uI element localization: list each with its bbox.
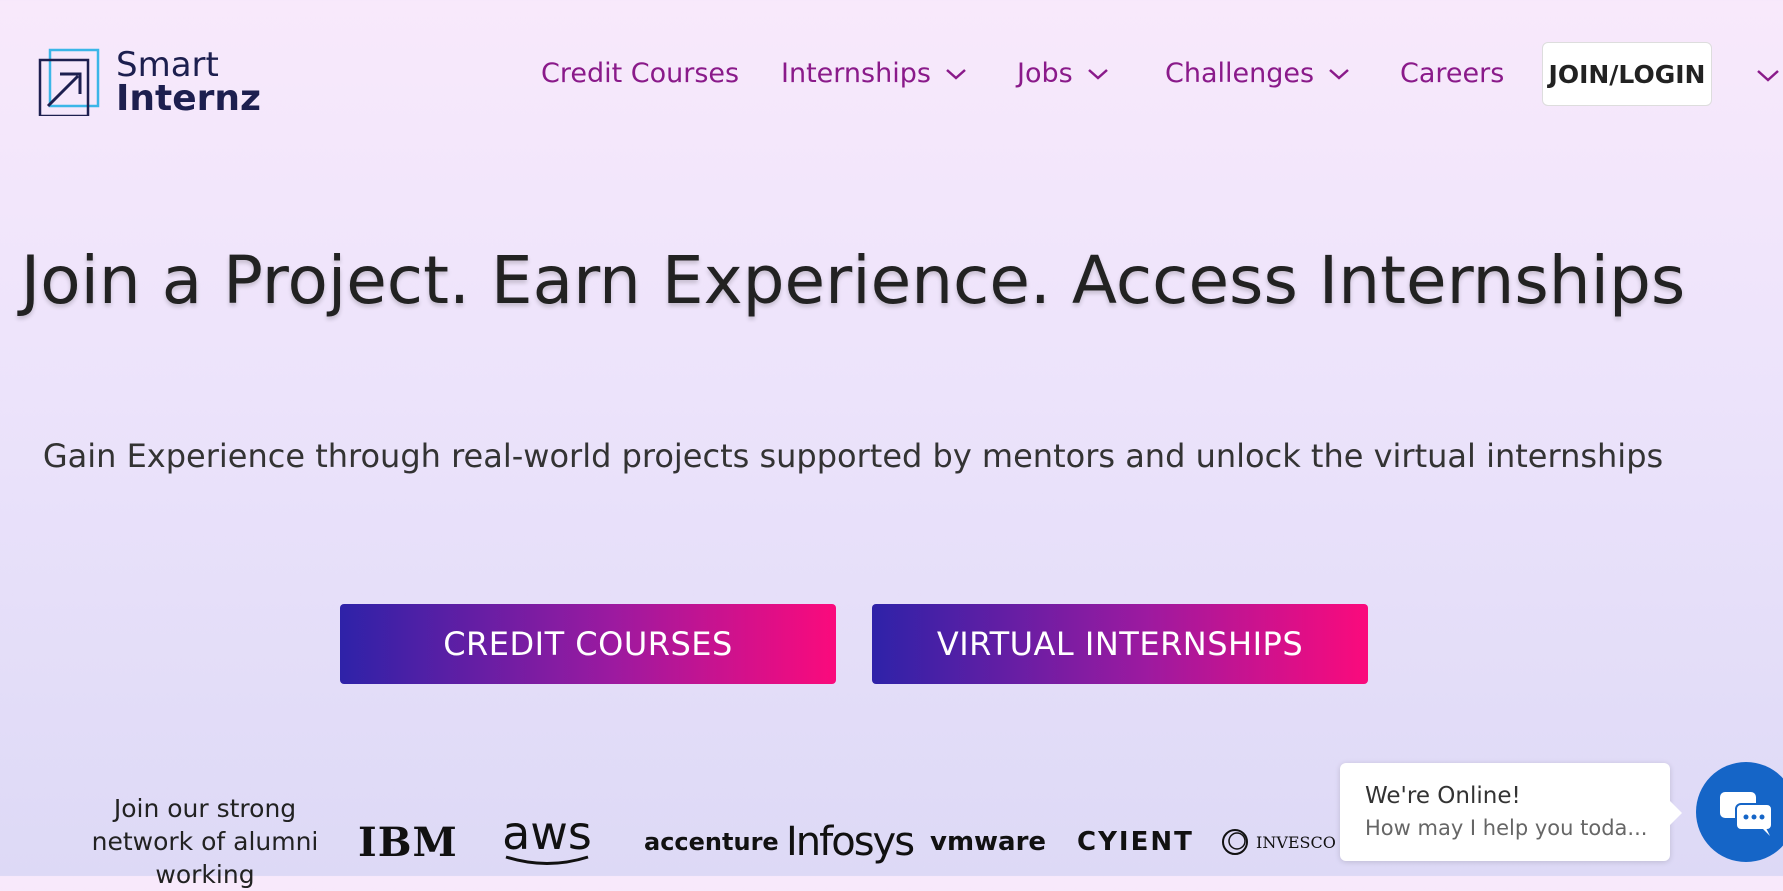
chat-greeting-bubble[interactable]: We're Online! How may I help you toda... <box>1340 763 1682 861</box>
chat-message: How may I help you toda... <box>1365 816 1648 840</box>
brand-name: Smart Internz <box>116 45 261 119</box>
brand-name-line1: Smart <box>116 45 219 85</box>
smartinternz-logo-icon <box>38 48 100 116</box>
invesco-logo: INVESCO <box>1220 812 1336 872</box>
brand-name-line2: Internz <box>116 78 261 119</box>
chevron-down-icon <box>946 68 966 80</box>
ibm-logo: IBM <box>358 818 458 866</box>
nav-careers[interactable]: Careers <box>1400 58 1504 89</box>
chat-title: We're Online! <box>1365 783 1521 809</box>
aws-logo: aws <box>502 806 592 872</box>
credit-courses-button[interactable]: CREDIT COURSES <box>340 604 836 684</box>
accenture-logo: accenture <box>644 828 779 856</box>
nav-jobs-label: Jobs <box>1017 58 1073 89</box>
brand-logo[interactable]: Smart Internz <box>38 48 268 118</box>
invesco-logo-text: INVESCO <box>1256 832 1336 852</box>
hero-subtitle: Gain Experience through real-world proje… <box>42 437 1664 475</box>
aws-smile-icon <box>505 855 589 865</box>
chevron-down-icon <box>1329 68 1349 80</box>
nav-credit-courses[interactable]: Credit Courses <box>541 58 739 89</box>
chat-launcher-button[interactable] <box>1696 762 1783 862</box>
nav-challenges-label: Challenges <box>1165 58 1315 89</box>
chevron-down-icon <box>1087 68 1108 80</box>
invesco-emblem-icon <box>1222 829 1248 855</box>
chevron-down-icon[interactable] <box>1756 68 1780 84</box>
nav-internships[interactable]: Internships <box>781 58 967 89</box>
hero-title: Join a Project. Earn Experience. Access … <box>20 242 1686 319</box>
nav-internships-label: Internships <box>781 58 931 89</box>
nav-challenges[interactable]: Challenges <box>1165 58 1350 89</box>
nav-jobs[interactable]: Jobs <box>1017 58 1109 89</box>
virtual-internships-button[interactable]: VIRTUAL INTERNSHIPS <box>872 604 1368 684</box>
chat-bubbles-icon <box>1720 792 1773 836</box>
aws-logo-text: aws <box>502 806 592 860</box>
alumni-network-text: Join our strong network of alumni workin… <box>91 794 319 889</box>
join-login-button[interactable]: JOIN/LOGIN <box>1542 42 1712 106</box>
infosys-logo: Infosys <box>786 819 915 865</box>
nav-careers-label: Careers <box>1400 58 1505 89</box>
vmware-logo: vmware <box>930 827 1047 857</box>
nav-credit-courses-label: Credit Courses <box>541 58 740 89</box>
cyient-logo: CYIENT <box>1077 827 1194 857</box>
